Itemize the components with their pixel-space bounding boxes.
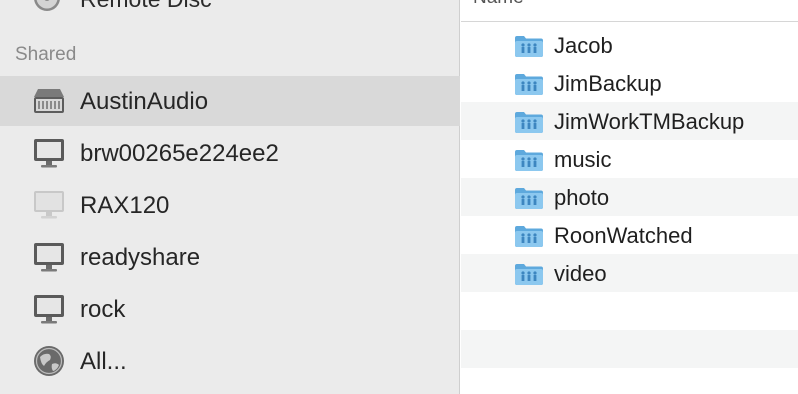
file-name: JimBackup (554, 71, 662, 96)
sidebar-item-readyshare[interactable]: readyshare (0, 232, 460, 282)
sidebar: Remote Disc Shared AustinAudio brw00265e… (0, 0, 460, 394)
file-name: Jacob (554, 33, 613, 58)
display-icon (32, 136, 66, 170)
sidebar-item-rax120[interactable]: RAX120 (0, 180, 460, 230)
sidebar-item-label: All... (80, 348, 127, 375)
display-icon (32, 188, 66, 222)
display-icon (32, 240, 66, 274)
sidebar-item-label: readyshare (80, 244, 201, 271)
file-list: Name Jacob JimBackup JimWorkTMBackup mus… (461, 0, 798, 394)
sidebar-item-remote-disc[interactable]: Remote Disc (0, 0, 460, 16)
file-name: music (554, 147, 612, 172)
sidebar-item-label: brw00265e224ee2 (80, 140, 279, 167)
file-name: photo (554, 185, 610, 210)
file-row-jimworktmbackup[interactable]: JimWorkTMBackup (461, 102, 798, 140)
disc-icon (32, 0, 62, 12)
sidebar-item-austinaudio[interactable]: AustinAudio (0, 76, 460, 126)
network-globe-icon (32, 344, 66, 378)
file-row-photo[interactable]: photo (461, 178, 798, 216)
nas-server-icon (32, 84, 66, 118)
file-row-jacob[interactable]: Jacob (461, 26, 798, 64)
file-name: RoonWatched (554, 223, 693, 248)
file-row-video[interactable]: video (461, 254, 798, 292)
shared-folder-icon (514, 110, 544, 134)
file-name: video (554, 261, 607, 286)
file-row-music[interactable]: music (461, 140, 798, 178)
sidebar-section-shared: Shared (15, 44, 77, 65)
sidebar-item-label: Remote Disc (80, 0, 212, 13)
column-header-name[interactable]: Name (461, 0, 798, 22)
shared-folder-icon (514, 224, 544, 248)
sidebar-item-label: RAX120 (80, 192, 170, 219)
display-icon (32, 292, 66, 326)
file-name: JimWorkTMBackup (554, 109, 745, 134)
column-header-label: Name (473, 0, 524, 9)
file-row-jimbackup[interactable]: JimBackup (461, 64, 798, 102)
sidebar-item-rock[interactable]: rock (0, 284, 460, 334)
file-row-roonwatched[interactable]: RoonWatched (461, 216, 798, 254)
shared-folder-icon (514, 72, 544, 96)
shared-folder-icon (514, 186, 544, 210)
shared-folder-icon (514, 148, 544, 172)
sidebar-item-all[interactable]: All... (0, 336, 460, 386)
sidebar-item-label: rock (80, 296, 126, 323)
sidebar-item-label: AustinAudio (80, 88, 209, 115)
sidebar-item-brw00265e224ee2[interactable]: brw00265e224ee2 (0, 128, 460, 178)
shared-folder-icon (514, 34, 544, 58)
row-stripe (461, 330, 798, 368)
shared-folder-icon (514, 262, 544, 286)
